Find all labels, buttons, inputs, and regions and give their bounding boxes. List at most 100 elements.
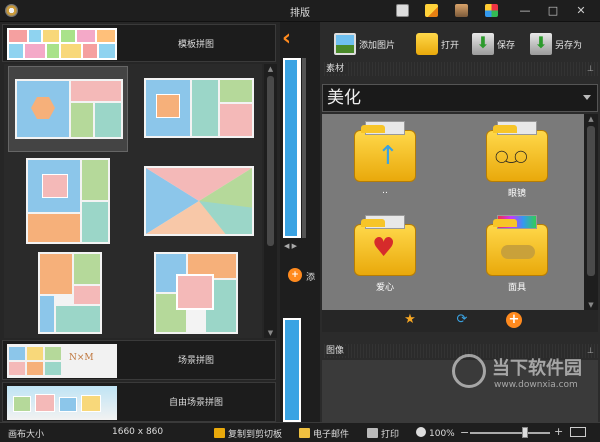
- watermark-url: www.downxia.com: [494, 380, 578, 390]
- canvas-size-value: 1660 x 860: [112, 427, 164, 437]
- title-bar: 排版 — □ ✕: [0, 0, 600, 22]
- pencil-icon[interactable]: [425, 4, 438, 17]
- scene-collage-section[interactable]: Ν×Μ 场景拼图: [2, 340, 276, 380]
- preview-strip: ‹ ◀ ▶ + 添: [280, 22, 320, 422]
- template-thumbnail[interactable]: [8, 66, 128, 152]
- canvas-size-label: 画布大小: [8, 430, 45, 440]
- folder-label: 爱心: [375, 283, 394, 293]
- template-collage-section[interactable]: 模板拼图: [2, 24, 276, 62]
- print-button[interactable]: 打印: [367, 427, 399, 440]
- chevron-down-icon: [583, 95, 591, 100]
- window-title: 排版: [290, 8, 310, 19]
- zoom-out-icon[interactable]: −: [460, 426, 469, 439]
- folder-open-icon: [416, 33, 438, 55]
- add-label: 添: [306, 273, 316, 283]
- download-save-icon: ⬇: [472, 33, 494, 55]
- free-scene-collage-section[interactable]: 自由场景拼图: [2, 382, 276, 422]
- up-arrow-icon: ↑: [377, 141, 399, 171]
- zoom-slider[interactable]: [470, 432, 550, 434]
- folder-label: 眼镜: [507, 189, 526, 199]
- print-label: 打印: [381, 430, 400, 440]
- watermark: 当下软件园 www.downxia.com: [452, 350, 598, 410]
- save-label: 保存: [497, 40, 516, 51]
- envelope-icon: [299, 428, 310, 438]
- folder-label: ..: [382, 186, 388, 196]
- scroll-up-icon[interactable]: ▲: [584, 115, 598, 123]
- template-thumbnail[interactable]: [8, 250, 128, 336]
- open-label: 打开: [441, 40, 460, 51]
- zoom-in-icon[interactable]: +: [554, 425, 563, 438]
- template-scrollbar[interactable]: ▲ ▼: [264, 64, 277, 338]
- status-bar: 画布大小 1660 x 860 复制到剪切板 电子邮件 打印 100% − +: [0, 422, 600, 442]
- zoom-slider-handle[interactable]: [522, 427, 528, 438]
- material-toolbar: ★ ⟳ +: [322, 310, 598, 332]
- document-icon[interactable]: [396, 4, 409, 17]
- material-panel-header: 素材 ⊥: [322, 62, 598, 76]
- clipboard-icon: [214, 428, 225, 438]
- star-icon[interactable]: ★: [402, 312, 418, 328]
- template-grid: [4, 64, 262, 338]
- material-category-value: 美化: [327, 88, 361, 108]
- layout-panel: 模板拼图 ▲ ▼ Ν×Μ 场景拼图 自由场景拼图: [0, 22, 280, 422]
- folder-label: 面具: [507, 283, 526, 293]
- material-grid: ↑ .. ◯‿◯ 眼镜 ♥ 爱心 面具: [322, 114, 584, 310]
- zoom-value: 100%: [429, 429, 455, 439]
- material-category-select[interactable]: 美化: [322, 84, 598, 112]
- avatar-icon[interactable]: [455, 4, 468, 17]
- material-scrollbar[interactable]: ▲ ▼: [584, 114, 598, 310]
- add-icon[interactable]: +: [288, 268, 302, 282]
- open-button[interactable]: 打开: [416, 30, 459, 58]
- save-as-icon: ⬇: [530, 33, 552, 55]
- pin-icon[interactable]: ⊥: [587, 62, 594, 76]
- image-panel-title: 图像: [326, 346, 349, 356]
- material-folder-mask[interactable]: 面具: [482, 215, 552, 293]
- copy-to-clipboard-button[interactable]: 复制到剪切板: [214, 427, 282, 440]
- template-thumbnail[interactable]: [8, 156, 128, 246]
- zoom-icon: [416, 427, 426, 437]
- material-folder-up[interactable]: ↑ ..: [350, 121, 420, 196]
- collapse-arrow-icon[interactable]: ‹: [282, 28, 298, 54]
- close-button[interactable]: ✕: [572, 2, 590, 20]
- scroll-up-icon[interactable]: ▲: [264, 65, 277, 73]
- add-image-button[interactable]: 添加图片: [334, 30, 395, 58]
- refresh-icon[interactable]: ⟳: [454, 312, 470, 328]
- email-label: 电子邮件: [313, 430, 350, 440]
- watermark-brand: 当下软件园: [492, 358, 582, 379]
- scroll-down-icon[interactable]: ▼: [264, 329, 277, 337]
- zoom-display: 100%: [416, 427, 455, 439]
- minimize-button[interactable]: —: [516, 2, 534, 20]
- scene-collage-label: 场景拼图: [177, 356, 214, 366]
- material-folder-heart[interactable]: ♥ 爱心: [350, 215, 420, 293]
- save-as-label: 另存为: [555, 40, 583, 51]
- template-collage-thumbnail: [7, 28, 117, 60]
- scene-thumb-text: Ν×Μ: [69, 353, 94, 363]
- fit-screen-icon[interactable]: [570, 427, 586, 437]
- mask-icon: [501, 245, 535, 259]
- glasses-icon: ◯‿◯: [495, 149, 527, 163]
- material-folder-glasses[interactable]: ◯‿◯ 眼镜: [482, 121, 552, 199]
- add-icon[interactable]: +: [506, 312, 522, 328]
- scrollbar-thumb[interactable]: [587, 126, 595, 276]
- template-collage-label: 模板拼图: [177, 40, 214, 50]
- material-title: 素材: [326, 64, 349, 74]
- template-thumbnail[interactable]: [140, 250, 260, 336]
- image-icon: [334, 33, 356, 55]
- color-palette-icon[interactable]: [485, 4, 498, 17]
- horizontal-scroll-arrows[interactable]: ◀ ▶: [284, 242, 314, 252]
- maximize-button[interactable]: □: [544, 2, 562, 20]
- scroll-down-icon[interactable]: ▼: [584, 301, 598, 309]
- scrollbar-thumb[interactable]: [267, 76, 274, 246]
- copy-label: 复制到剪切板: [228, 430, 283, 440]
- template-thumbnail[interactable]: [140, 156, 260, 246]
- add-image-label: 添加图片: [359, 40, 396, 51]
- printer-icon: [367, 428, 378, 438]
- template-thumbnail[interactable]: [140, 66, 260, 152]
- free-scene-collage-label: 自由场景拼图: [168, 398, 223, 408]
- email-button[interactable]: 电子邮件: [299, 427, 349, 440]
- free-scene-thumbnail: [7, 386, 117, 420]
- save-button[interactable]: ⬇ 保存: [472, 30, 515, 58]
- scene-collage-thumbnail: Ν×Μ: [7, 344, 117, 378]
- watermark-logo-icon: [452, 354, 486, 388]
- heart-icon: ♥: [372, 233, 396, 263]
- save-as-button[interactable]: ⬇ 另存为: [530, 30, 582, 58]
